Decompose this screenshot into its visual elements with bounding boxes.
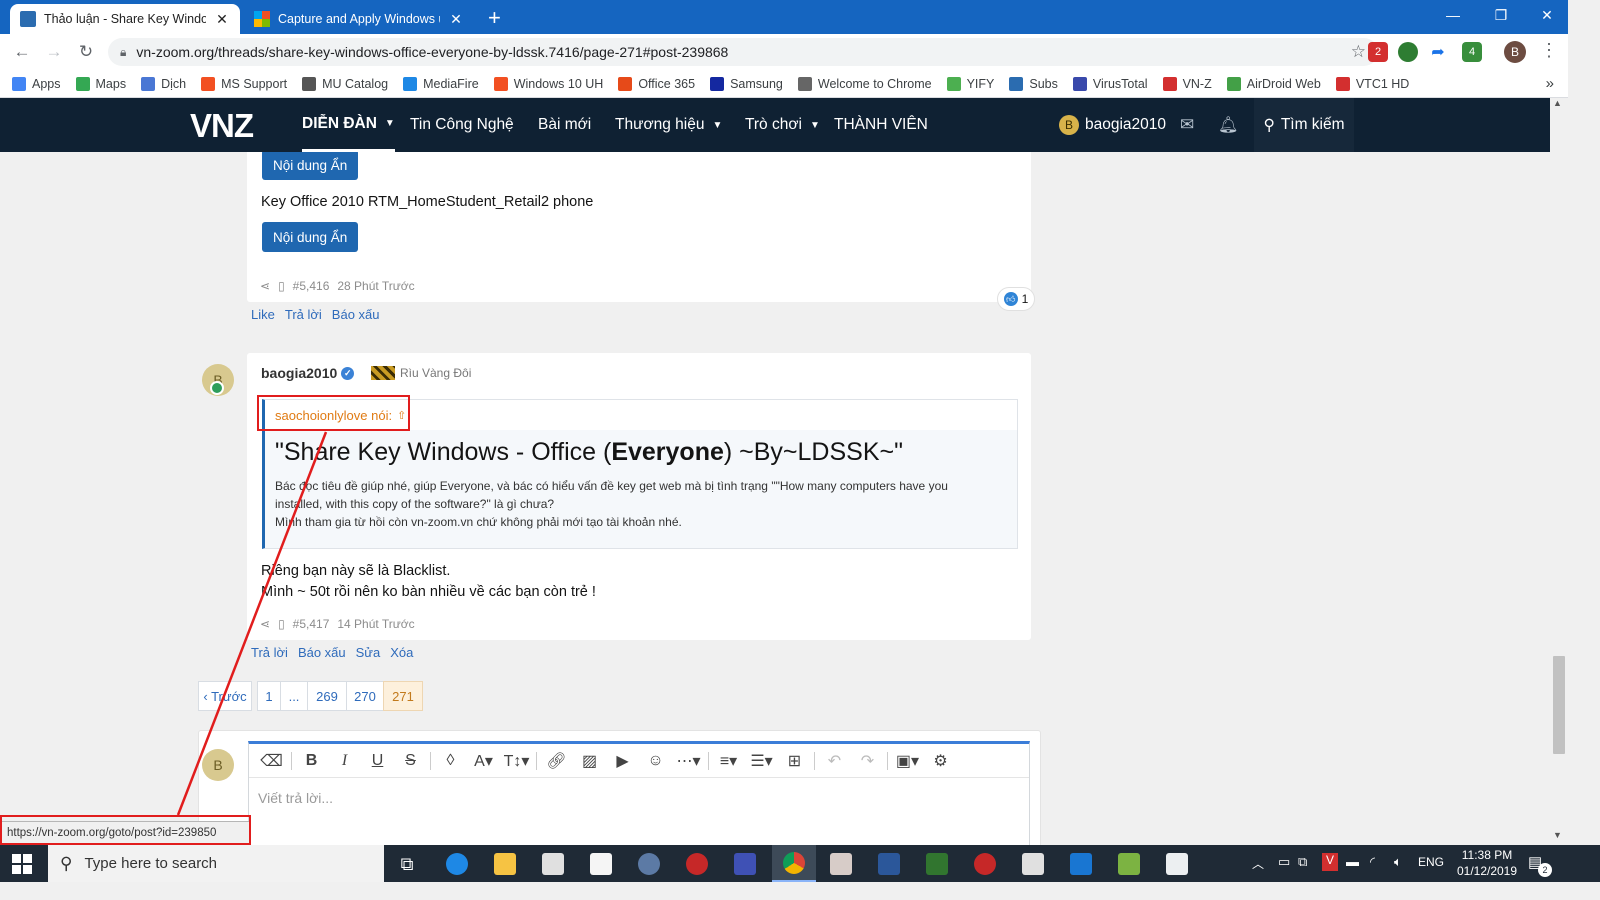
annotation-line [176, 431, 328, 816]
windows-display-icon[interactable]: ⧉ [1298, 854, 1307, 870]
store-icon[interactable] [536, 849, 570, 879]
photos-icon[interactable] [1160, 849, 1194, 879]
windows-start-icon[interactable] [12, 854, 32, 874]
battery-icon[interactable]: ▬ [1346, 854, 1359, 869]
project-icon[interactable] [920, 849, 954, 879]
file-explorer-icon[interactable] [488, 849, 522, 879]
input-language[interactable]: ENG [1418, 855, 1444, 869]
paint-app-icon[interactable] [728, 849, 762, 879]
word-icon[interactable] [872, 849, 906, 879]
windows-taskbar: ⚲ Type here to search ⧉ ︿ ▭ ⧉ V ▬ ◜ 🔈︎ E… [0, 845, 1600, 882]
media-app-icon[interactable] [680, 849, 714, 879]
files-icon[interactable] [1016, 849, 1050, 879]
red-c-app-icon[interactable] [968, 849, 1002, 879]
annotation-arrow [176, 431, 328, 816]
image-viewer-icon[interactable] [824, 849, 858, 879]
antivirus-icon[interactable]: V [1322, 853, 1338, 871]
wifi-icon[interactable]: ◜ [1370, 854, 1375, 870]
show-hidden-icons-chevron-icon[interactable]: ︿ [1252, 855, 1264, 872]
clock[interactable]: 11:38 PM 01/12/2019 [1452, 847, 1522, 879]
clock-time: 11:38 PM [1461, 848, 1513, 862]
volume-icon[interactable]: 🔈︎ [1394, 854, 1402, 870]
search-icon: ⚲ [60, 853, 73, 873]
settings-app-icon[interactable] [632, 849, 666, 879]
mail-icon[interactable] [584, 849, 618, 879]
taskbar-search[interactable]: ⚲ Type here to search [48, 845, 384, 882]
task-view-icon[interactable]: ⧉ [390, 849, 424, 879]
chrome-icon[interactable] [772, 845, 816, 882]
tablet-icon[interactable]: ▭ [1278, 854, 1290, 870]
virtualbox-icon[interactable] [1064, 849, 1098, 879]
edge-icon[interactable] [440, 849, 474, 879]
notepad-icon[interactable] [1112, 849, 1146, 879]
clock-date: 01/12/2019 [1456, 864, 1518, 878]
search-placeholder: Type here to search [84, 855, 218, 872]
notification-badge: 2 [1538, 863, 1552, 877]
